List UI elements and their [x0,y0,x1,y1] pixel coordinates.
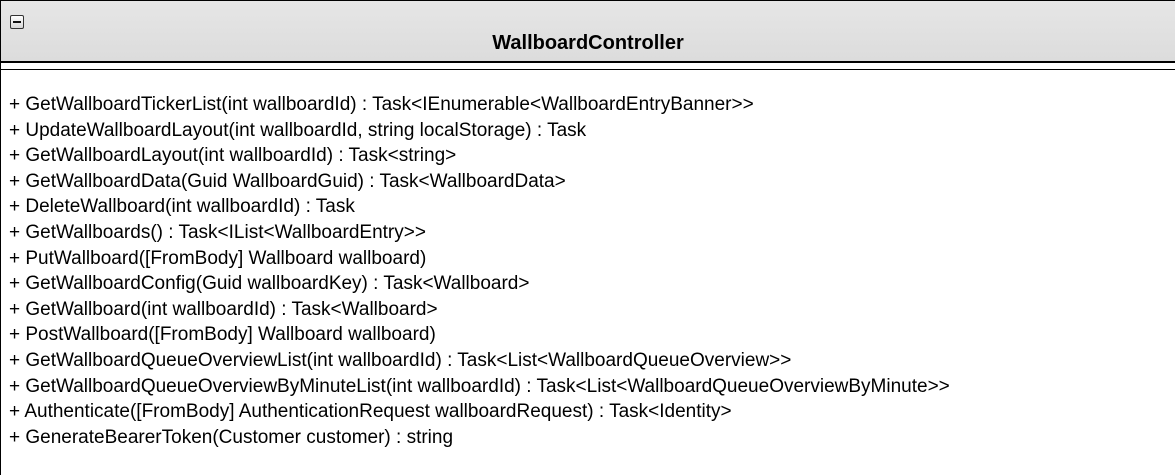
method-item: + GetWallboardLayout(int wallboardId) : … [9,145,457,167]
class-name: WallboardController [492,32,684,54]
method-item: + GetWallboard(int wallboardId) : Task<W… [9,298,438,320]
attributes-divider [1,69,1175,70]
method-item: + DeleteWallboard(int wallboardId) : Tas… [9,196,355,218]
method-list: + GetWallboardTickerList(int wallboardId… [9,92,950,450]
method-item: + GetWallboardQueueOverviewByMinuteList(… [9,375,950,397]
method-item: + GetWallboardTickerList(int wallboardId… [9,94,754,115]
method-item: + GetWallboardQueueOverviewList(int wall… [9,349,792,371]
class-header: WallboardController [1,1,1175,63]
collapse-minus-icon[interactable] [10,15,24,29]
method-item: + GenerateBearerToken(Customer customer)… [9,426,454,448]
method-item: + GetWallboardData(Guid WallboardGuid) :… [9,170,566,192]
uml-class-box: WallboardController + GetWallboardTicker… [0,0,1175,475]
method-item: + PostWallboard([FromBody] Wallboard wal… [9,324,436,346]
method-item: + GetWallboards() : Task<IList<Wallboard… [9,221,426,243]
method-item: + PutWallboard([FromBody] Wallboard wall… [9,247,427,269]
method-item: + Authenticate([FromBody] Authentication… [9,401,732,423]
method-item: + GetWallboardConfig(Guid wallboardKey) … [9,273,530,295]
method-item: + UpdateWallboardLayout(int wallboardId,… [9,119,587,141]
